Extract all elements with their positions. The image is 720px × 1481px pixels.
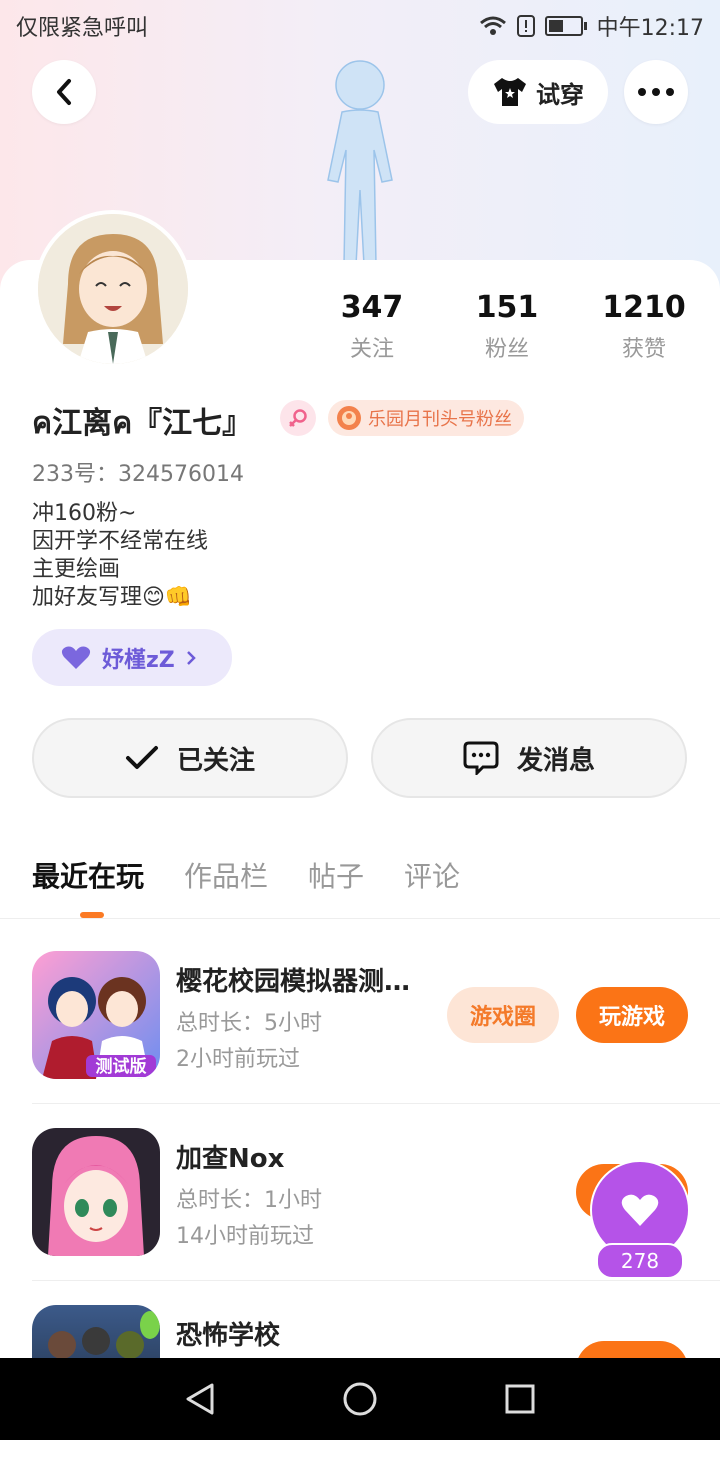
game-duration: 总时长：5小时	[176, 1011, 322, 1036]
carrier-text: 仅限紧急呼叫	[16, 16, 149, 41]
game-title: 恐怖学校	[176, 1321, 281, 1351]
message-bubble-icon	[463, 741, 499, 775]
divider	[32, 1280, 720, 1281]
tab-comments[interactable]: 评论	[404, 855, 460, 895]
medal-icon	[337, 406, 361, 430]
like-count: 278	[596, 1243, 684, 1279]
game-circle-button[interactable]: 游戏圈	[447, 987, 559, 1043]
divider	[32, 1103, 720, 1104]
game-title: 加查Nox	[176, 1144, 285, 1174]
fan-title-badge[interactable]: 乐园月刊头号粉丝	[328, 400, 524, 436]
try-on-label: 试穿	[536, 80, 584, 109]
bio-line: 因开学不经常在线	[32, 529, 209, 554]
stat-likes[interactable]: 1210 获赞	[584, 290, 704, 363]
tshirt-icon	[494, 78, 526, 106]
game-icon-gacha-nox	[32, 1128, 160, 1256]
divider	[0, 918, 720, 919]
heart-icon	[61, 646, 91, 669]
wifi-icon	[479, 16, 506, 35]
following-button-label: 已关注	[176, 745, 255, 776]
anime-girl-avatar-image	[38, 214, 188, 364]
more-button[interactable]	[624, 60, 688, 124]
more-dots-icon	[638, 88, 674, 96]
game-list-item[interactable]: 测试版 樱花校园模拟器测试版 总时长：5小时 2小时前玩过 游戏圈 玩游戏	[0, 951, 720, 1127]
fans-label: 粉丝	[484, 337, 529, 362]
bio-line: 主更绘画	[32, 557, 121, 582]
clock: 中午12:17	[596, 16, 704, 41]
likes-count: 1210	[602, 290, 686, 325]
system-navigation-bar	[0, 1358, 720, 1440]
profile-tabs: 最近在玩 作品栏 帖子 评论	[32, 855, 460, 895]
stat-fans[interactable]: 151 粉丝	[447, 290, 567, 363]
fans-count: 151	[475, 290, 539, 325]
status-icons: 中午12:17	[479, 10, 704, 42]
user-id: 233号：324576014	[32, 462, 244, 487]
game-last-played: 2小时前玩过	[176, 1047, 300, 1072]
likes-label: 获赞	[621, 337, 666, 362]
chevron-right-icon	[186, 650, 196, 665]
send-message-label: 发消息	[516, 745, 595, 776]
game-last-played: 14小时前玩过	[176, 1224, 314, 1249]
fan-title-text: 乐园月刊头号粉丝	[368, 409, 512, 430]
following-label: 关注	[349, 337, 394, 362]
close-friend-name: 妤槿zZ	[102, 647, 175, 673]
check-icon	[125, 746, 158, 769]
back-button[interactable]	[32, 60, 96, 124]
close-friend-tag[interactable]: 妤槿zZ	[32, 629, 232, 686]
alert-sim-icon	[516, 15, 535, 37]
avatar-figure-silhouette	[327, 60, 393, 266]
send-message-button[interactable]: 发消息	[371, 718, 687, 798]
stat-following[interactable]: 347 关注	[312, 290, 432, 363]
game-icon-label: 测试版	[96, 1056, 147, 1077]
tab-works[interactable]: 作品栏	[184, 855, 268, 895]
game-icon-sakura-school: 测试版	[32, 951, 160, 1079]
try-on-button[interactable]: 试穿	[468, 60, 608, 124]
recents-square-icon[interactable]	[505, 1384, 535, 1414]
battery-icon	[544, 16, 583, 36]
status-bar: 仅限紧急呼叫 中午12:17	[0, 0, 720, 50]
game-title: 樱花校园模拟器测试版	[176, 967, 426, 997]
bio: 冲160粉~ 因开学不经常在线 主更绘画 加好友写理😊👊	[32, 500, 208, 612]
game-duration: 总时长：1小时	[176, 1188, 322, 1213]
female-gender-icon	[280, 400, 316, 436]
following-count: 347	[340, 290, 404, 325]
bio-line: 冲160粉~	[32, 501, 137, 526]
bio-line: 加好友写理😊👊	[32, 585, 193, 610]
back-triangle-icon[interactable]	[184, 1382, 216, 1416]
tab-recently-played[interactable]: 最近在玩	[32, 855, 144, 895]
tab-posts[interactable]: 帖子	[308, 855, 364, 895]
play-game-button[interactable]: 玩游戏	[576, 987, 688, 1043]
chevron-left-icon	[57, 79, 71, 105]
home-circle-icon[interactable]	[342, 1381, 378, 1417]
username: ค江离ค『江七』	[32, 406, 253, 441]
heart-icon	[621, 1194, 659, 1226]
following-button[interactable]: 已关注	[32, 718, 348, 798]
avatar[interactable]	[34, 210, 192, 368]
